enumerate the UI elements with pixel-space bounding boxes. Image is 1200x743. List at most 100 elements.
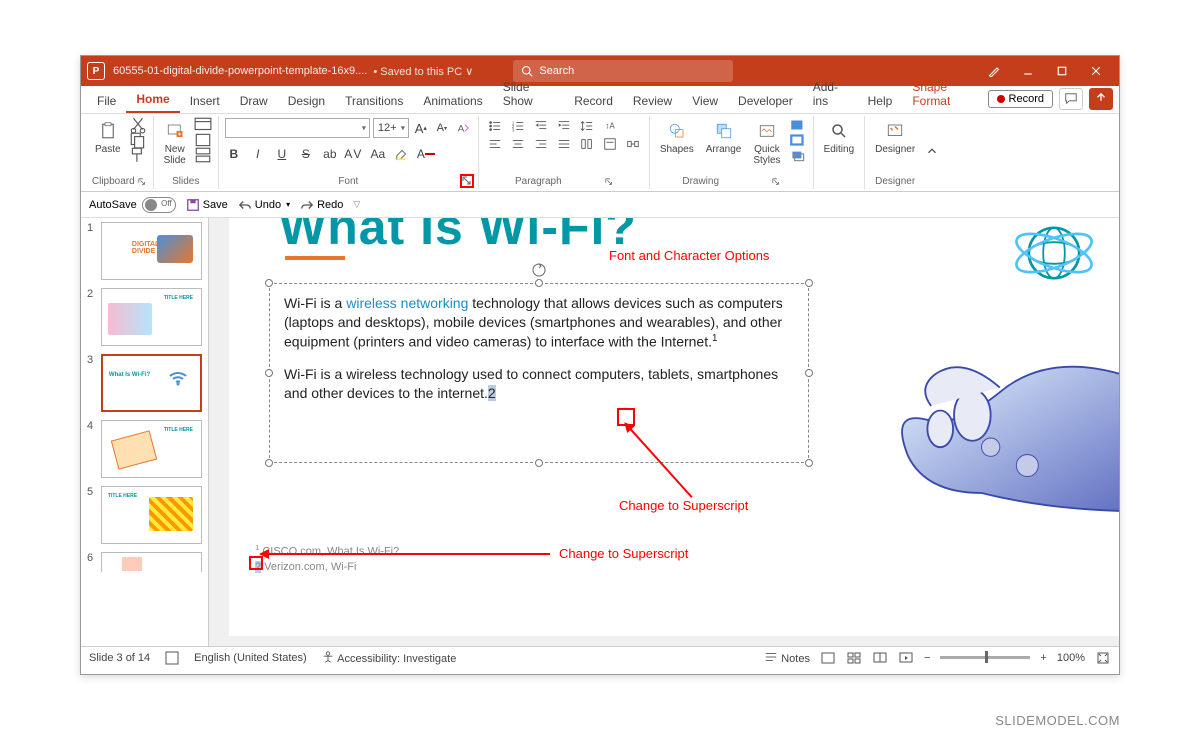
shapes-button[interactable]: Shapes [656, 118, 698, 157]
change-case-button[interactable]: Aa [369, 145, 387, 163]
columns-button[interactable] [577, 136, 597, 152]
zoom-level[interactable]: 100% [1057, 652, 1085, 664]
tab-help[interactable]: Help [858, 88, 903, 113]
smartart-button[interactable] [623, 136, 643, 152]
tab-view[interactable]: View [682, 88, 728, 113]
tab-shape-format[interactable]: Shape Format [902, 74, 987, 113]
slide-canvas[interactable]: What Is Wi-Fi? Wi-Fi is a wireless netwo… [209, 218, 1119, 646]
underline-button[interactable]: U [273, 145, 291, 163]
zoom-out-button[interactable]: − [924, 652, 930, 664]
close-button[interactable] [1079, 56, 1113, 86]
slide-counter[interactable]: Slide 3 of 14 [89, 652, 150, 664]
reset-button[interactable] [194, 133, 212, 147]
record-button[interactable]: Record [988, 90, 1053, 108]
dialog-launcher-icon[interactable] [138, 178, 146, 186]
shape-outline-button[interactable] [789, 133, 807, 147]
tab-record[interactable]: Record [564, 88, 623, 113]
editing-button[interactable]: Editing [820, 118, 859, 157]
character-spacing-button[interactable]: AV [345, 145, 363, 163]
rotate-handle[interactable] [531, 262, 547, 283]
tab-addins[interactable]: Add-ins [803, 74, 858, 113]
qat-customize-button[interactable]: ▽ [353, 199, 360, 210]
thumbnail-4[interactable]: TITLE HERE [101, 420, 202, 478]
font-size-select[interactable]: 12+▾ [373, 118, 409, 138]
tab-insert[interactable]: Insert [180, 88, 230, 113]
shape-effects-button[interactable] [789, 148, 807, 162]
align-left-button[interactable] [485, 136, 505, 152]
body-textbox[interactable]: Wi-Fi is a wireless networking technolog… [269, 283, 809, 463]
line-spacing-button[interactable] [577, 118, 597, 134]
paragraph-2[interactable]: Wi-Fi is a wireless technology used to c… [284, 365, 794, 403]
slide-thumbnails[interactable]: 1DIGITALDIVIDE 2TITLE HERE 3What Is Wi-F… [81, 218, 209, 646]
autosave-toggle[interactable]: AutoSave Off [89, 197, 176, 213]
copy-button[interactable] [129, 133, 147, 147]
comments-button[interactable] [1059, 88, 1083, 110]
share-button[interactable] [1089, 88, 1113, 110]
paste-button[interactable]: Paste [91, 118, 125, 157]
section-button[interactable] [194, 148, 212, 162]
zoom-slider[interactable] [940, 656, 1030, 659]
slideshow-view-button[interactable] [898, 651, 914, 665]
bullets-button[interactable] [485, 118, 505, 134]
paragraph-1[interactable]: Wi-Fi is a wireless networking technolog… [284, 294, 794, 351]
clear-formatting-button[interactable]: A [454, 119, 472, 137]
cut-button[interactable] [129, 118, 147, 132]
footnotes[interactable]: 1 CISCO.com, What Is Wi-Fi? 2 Verizon.co… [255, 543, 399, 575]
tab-slideshow[interactable]: Slide Show [493, 74, 564, 113]
arrange-button[interactable]: Arrange [702, 118, 746, 157]
align-center-button[interactable] [508, 136, 528, 152]
tab-animations[interactable]: Animations [413, 88, 492, 113]
notes-button[interactable]: Notes [764, 650, 810, 665]
language-indicator[interactable]: English (United States) [194, 652, 307, 664]
decrease-indent-button[interactable] [531, 118, 551, 134]
new-slide-button[interactable]: New Slide [160, 118, 190, 168]
tab-draw[interactable]: Draw [230, 88, 278, 113]
save-button[interactable]: Save [186, 198, 228, 212]
decrease-font-button[interactable]: A▾ [433, 119, 451, 137]
italic-button[interactable]: I [249, 145, 267, 163]
spell-check-icon[interactable] [164, 651, 180, 665]
font-dialog-launcher[interactable] [460, 174, 474, 188]
align-text-button[interactable] [600, 136, 620, 152]
highlight-button[interactable] [393, 145, 411, 163]
thumbnail-3[interactable]: What Is Wi-Fi? [101, 354, 202, 412]
format-painter-button[interactable] [129, 148, 147, 162]
quick-styles-button[interactable]: Quick Styles [749, 118, 784, 168]
increase-font-button[interactable]: A▴ [412, 119, 430, 137]
tab-file[interactable]: File [87, 88, 126, 113]
bold-button[interactable]: B [225, 145, 243, 163]
accessibility-indicator[interactable]: Accessibility: Investigate [321, 650, 457, 665]
layout-button[interactable] [194, 118, 212, 132]
justify-button[interactable] [554, 136, 574, 152]
reading-view-button[interactable] [872, 651, 888, 665]
minimize-button[interactable] [1011, 56, 1045, 86]
thumbnail-6[interactable] [101, 552, 202, 572]
align-right-button[interactable] [531, 136, 551, 152]
designer-button[interactable]: Designer [871, 118, 919, 157]
tab-design[interactable]: Design [278, 88, 335, 113]
text-direction-button[interactable]: ↕A [600, 118, 620, 134]
dialog-launcher-icon[interactable] [605, 178, 613, 186]
shadow-button[interactable]: ab [321, 145, 339, 163]
fit-to-window-button[interactable] [1095, 651, 1111, 665]
tab-review[interactable]: Review [623, 88, 682, 113]
shape-fill-button[interactable] [789, 118, 807, 132]
tab-transitions[interactable]: Transitions [335, 88, 413, 113]
maximize-button[interactable] [1045, 56, 1079, 86]
undo-button[interactable]: Undo▾ [238, 198, 290, 212]
numbering-button[interactable]: 123 [508, 118, 528, 134]
dialog-launcher-icon[interactable] [772, 178, 780, 186]
sorter-view-button[interactable] [846, 651, 862, 665]
thumbnail-2[interactable]: TITLE HERE [101, 288, 202, 346]
save-status[interactable]: • Saved to this PC ∨ [373, 65, 473, 78]
font-family-select[interactable]: ▾ [225, 118, 370, 138]
thumbnail-1[interactable]: DIGITALDIVIDE [101, 222, 202, 280]
thumbnail-5[interactable]: TITLE HERE [101, 486, 202, 544]
collapse-ribbon-button[interactable] [925, 144, 943, 161]
tab-developer[interactable]: Developer [728, 88, 803, 113]
increase-indent-button[interactable] [554, 118, 574, 134]
normal-view-button[interactable] [820, 651, 836, 665]
zoom-in-button[interactable]: + [1040, 652, 1046, 664]
tab-home[interactable]: Home [126, 86, 179, 113]
redo-button[interactable]: Redo [300, 198, 343, 212]
